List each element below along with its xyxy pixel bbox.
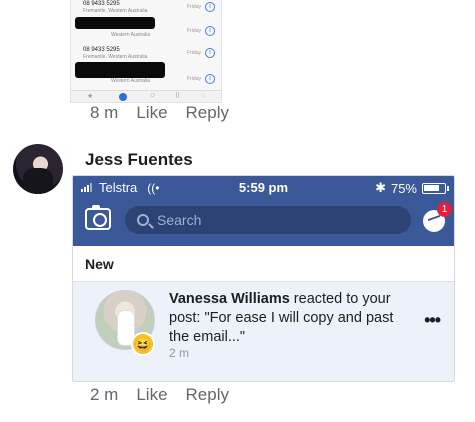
call-number: 08 9433 5295 bbox=[83, 1, 120, 7]
bluetooth-icon: ✱ bbox=[375, 180, 386, 195]
comment-time: 2 m bbox=[90, 385, 119, 404]
notification-text: Vanessa Williams reacted to your post: "… bbox=[169, 290, 409, 347]
comment-meta: 2 m Like Reply bbox=[90, 385, 229, 405]
search-placeholder: Search bbox=[157, 212, 202, 228]
search-bar[interactable]: Search bbox=[125, 206, 411, 234]
voicemail-icon: ◌ bbox=[201, 92, 206, 99]
battery-percent: 75% bbox=[390, 180, 417, 196]
notification-actor: Vanessa Williams bbox=[169, 291, 290, 307]
notification-item[interactable]: 😆 Vanessa Williams reacted to your post:… bbox=[73, 281, 454, 381]
call-day: Friday bbox=[187, 4, 201, 10]
call-location: Fremantle, Western Australia bbox=[83, 8, 148, 14]
call-day: Friday bbox=[187, 50, 201, 56]
notification-time-text: 2 m bbox=[169, 346, 190, 360]
call-number: 08 9433 5295 bbox=[83, 47, 120, 53]
keypad-icon: ⠿ bbox=[175, 93, 181, 100]
call-row: 08 9433 5295 Fremantle, Western Australi… bbox=[71, 0, 221, 16]
like-button[interactable]: Like bbox=[136, 103, 167, 123]
avatar[interactable] bbox=[13, 144, 63, 194]
attached-screenshot[interactable]: Telstra ((• 5:59 pm ✱ 75% Search 1 New 😆… bbox=[72, 175, 455, 382]
info-icon: i bbox=[205, 74, 215, 84]
search-icon bbox=[137, 214, 149, 226]
comment-meta-top: 8 m Like Reply bbox=[90, 103, 229, 123]
info-icon: i bbox=[205, 48, 215, 58]
call-row: 08 9433 5295 Fremantle, Western Australi… bbox=[71, 46, 221, 62]
call-location: Western Australia bbox=[111, 32, 151, 38]
status-right: ✱ 75% bbox=[375, 180, 449, 196]
redaction-bar bbox=[75, 17, 155, 29]
haha-reaction-icon: 😆 bbox=[131, 332, 155, 356]
comment-time: 8 m bbox=[90, 103, 119, 122]
status-bar: Telstra ((• 5:59 pm ✱ 75% bbox=[73, 176, 454, 200]
battery-icon bbox=[422, 182, 449, 194]
call-location: Fremantle, Western Australia bbox=[83, 54, 148, 60]
call-log-screenshot: 08 9433 5295 Fremantle, Western Australi… bbox=[70, 0, 222, 103]
more-options-icon[interactable]: ••• bbox=[424, 310, 441, 331]
section-heading: New bbox=[85, 256, 114, 272]
info-icon: i bbox=[205, 2, 215, 12]
reply-button[interactable]: Reply bbox=[186, 385, 229, 405]
recents-icon bbox=[119, 93, 127, 101]
reply-button[interactable]: Reply bbox=[186, 103, 229, 123]
notification-badge: 1 bbox=[437, 202, 452, 217]
comment-author-name[interactable]: Jess Fuentes bbox=[85, 150, 193, 170]
star-icon: ★ bbox=[87, 93, 94, 100]
redaction-bar bbox=[75, 62, 165, 78]
facebook-header: Telstra ((• 5:59 pm ✱ 75% Search 1 bbox=[73, 176, 454, 246]
notification-time: 2 m bbox=[169, 346, 189, 360]
info-icon: i bbox=[205, 26, 215, 36]
contacts-icon: ☺ bbox=[149, 92, 157, 99]
like-button[interactable]: Like bbox=[136, 385, 167, 405]
call-tab-bar: ★ ☺ ⠿ ◌ bbox=[71, 90, 221, 102]
camera-icon[interactable] bbox=[85, 205, 111, 230]
call-day: Friday bbox=[187, 76, 201, 82]
call-day: Friday bbox=[187, 28, 201, 34]
call-location: Western Australia bbox=[111, 78, 151, 84]
